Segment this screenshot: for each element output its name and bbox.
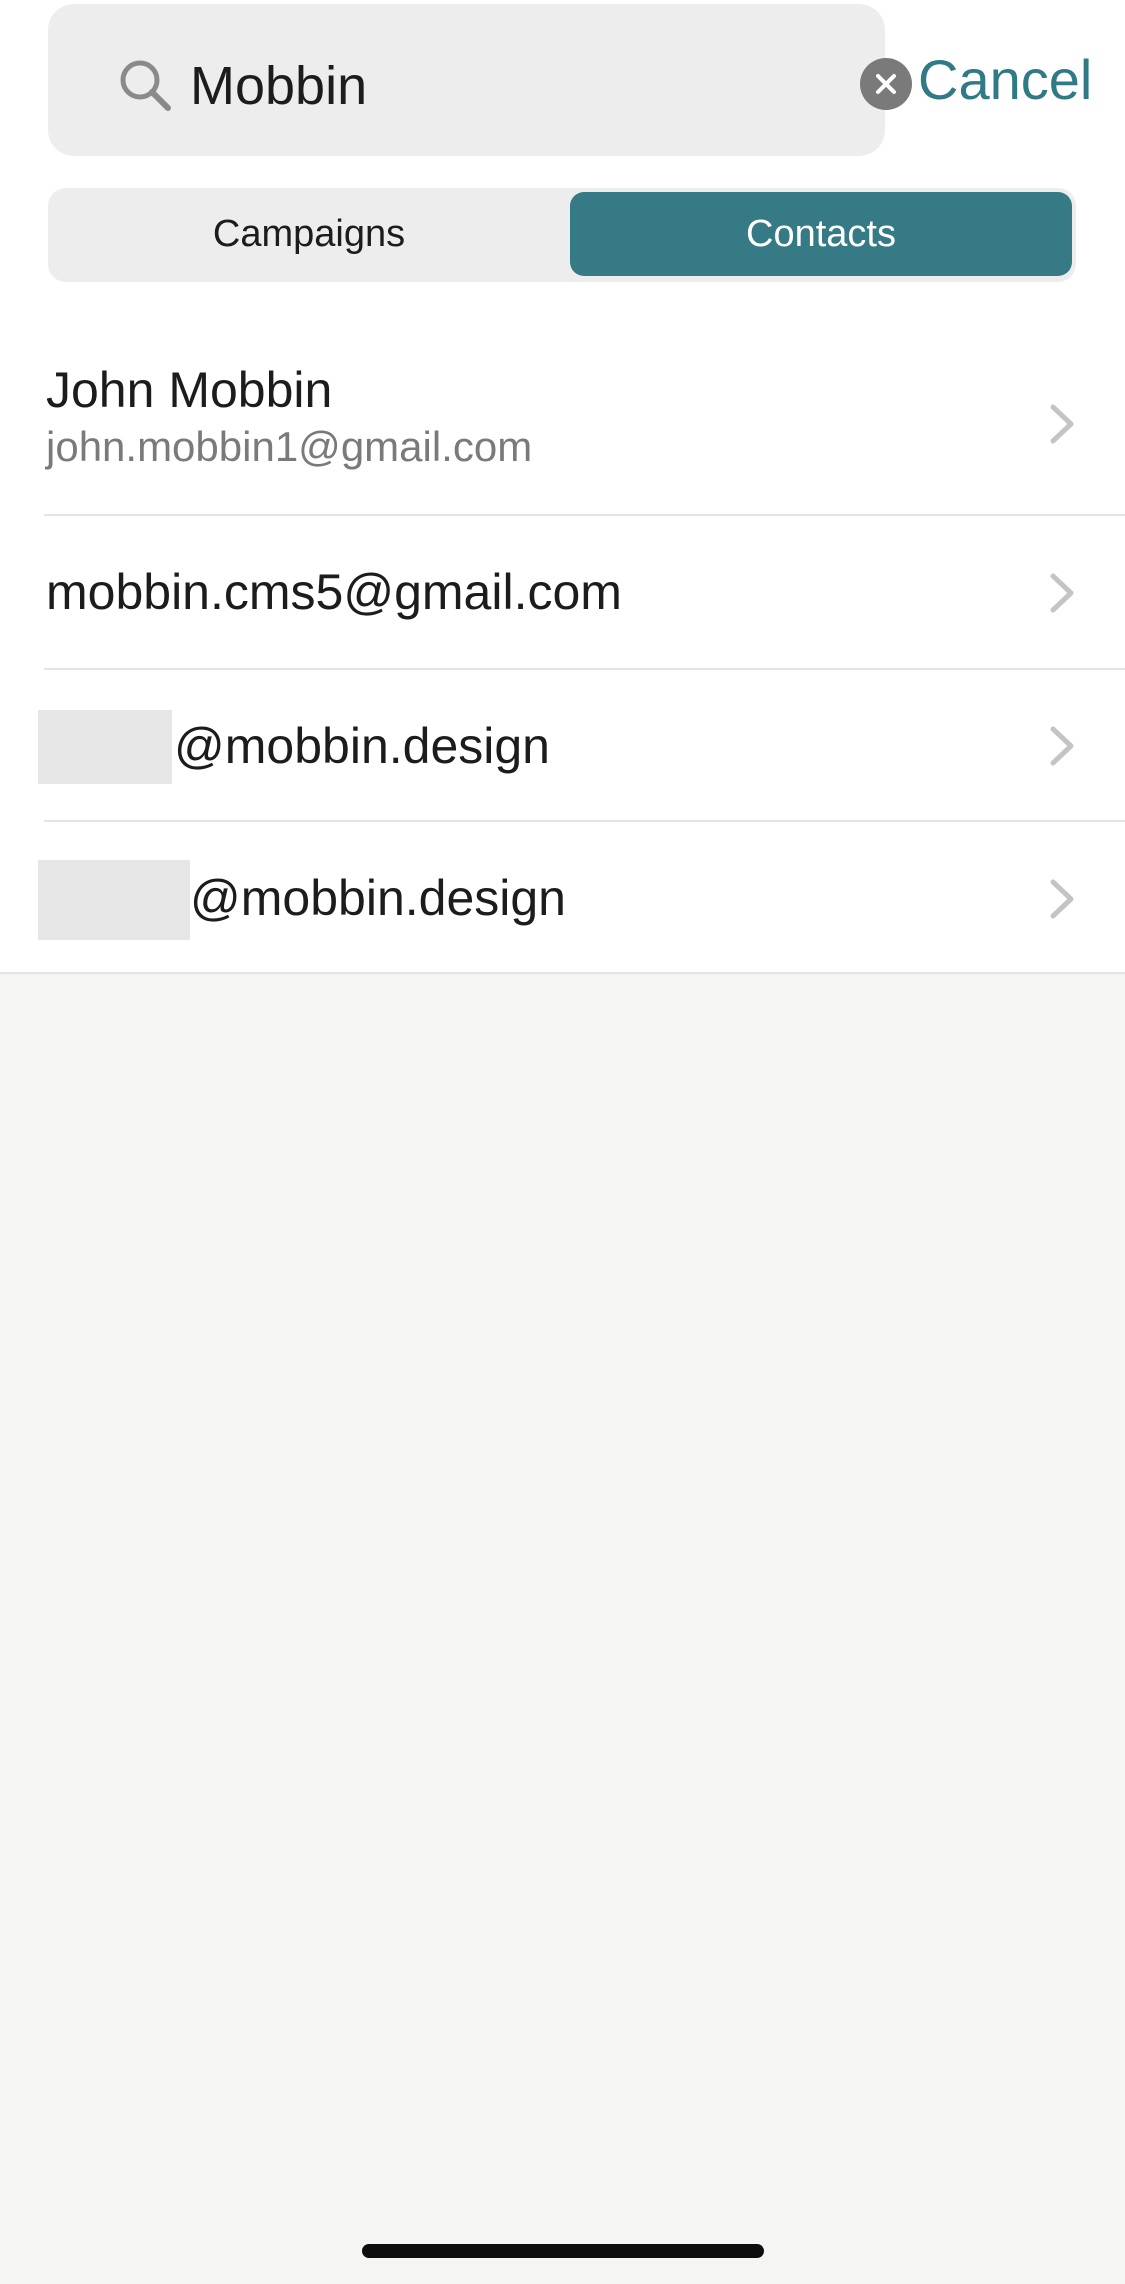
search-input[interactable]: Mobbin [190,54,367,118]
clear-search-button[interactable] [860,58,912,110]
contact-name: mobbin.cms5@gmail.com [46,564,622,620]
redacted-block [38,860,190,940]
contact-name: @mobbin.design [174,718,550,774]
redacted-block [38,710,172,784]
clear-icon [876,74,896,94]
search-icon [120,60,171,111]
cancel-button[interactable]: Cancel [918,48,1092,112]
contact-name: John Mobbin [46,362,333,418]
tab-contacts[interactable]: Contacts [570,192,1072,276]
results-area: Mobbin Cancel Campaigns Contacts John Mo… [0,0,1125,974]
segmented-control: Campaigns Contacts [48,188,1076,282]
chevron-right-icon [1050,879,1074,919]
chevron-right-icon [1050,404,1074,444]
chevron-right-icon [1050,726,1074,766]
chevron-right-icon [1050,573,1074,613]
home-indicator [362,2244,764,2258]
contact-row[interactable]: mobbin.cms5@gmail.com [0,516,1125,670]
search-field[interactable]: Mobbin [48,4,912,156]
contact-name: @mobbin.design [190,870,566,926]
contact-row[interactable]: @mobbin.design [0,822,1125,974]
divider [0,972,1125,974]
contact-row[interactable]: John Mobbin john.mobbin1@gmail.com [0,332,1125,516]
contact-email: john.mobbin1@gmail.com [46,423,533,470]
contact-row[interactable]: @mobbin.design [0,670,1125,822]
tab-campaigns[interactable]: Campaigns [52,192,566,276]
